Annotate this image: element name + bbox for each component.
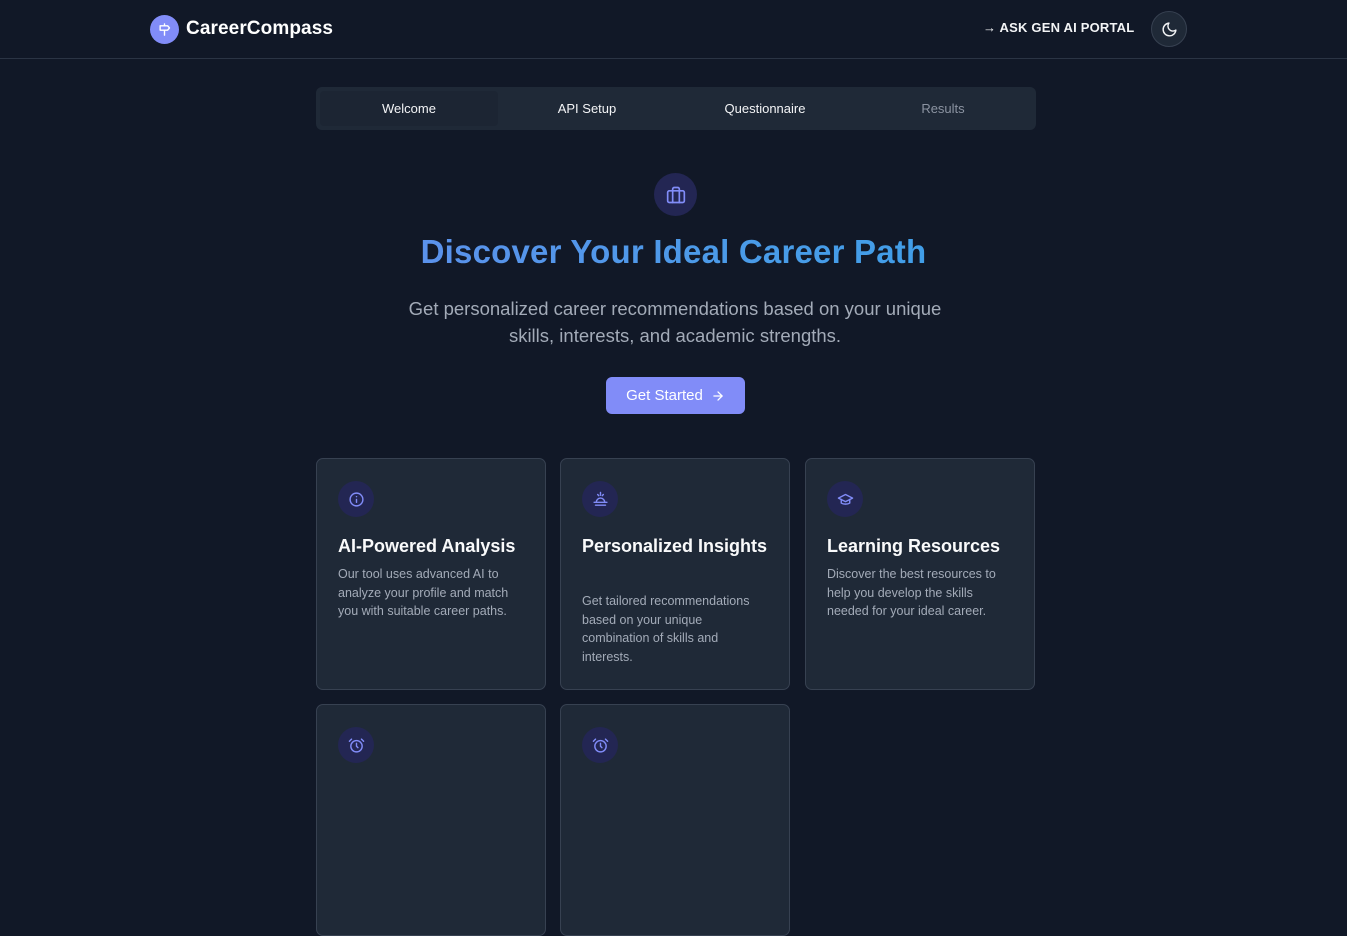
feature-title: Learning Resources	[827, 536, 1001, 556]
feature-card-learning-resources: Learning Resources Discover the best res…	[805, 458, 1035, 690]
feature-description: Get tailored recommendations based on yo…	[582, 594, 750, 664]
get-started-button[interactable]: Get Started	[606, 377, 745, 414]
feature-description: Discover the best resources to help you …	[827, 567, 996, 618]
top-navbar: CareerCompass → ASK GEN AI PORTAL	[0, 0, 1347, 59]
feature-title: Personalized Insights	[582, 536, 768, 556]
info-icon	[338, 481, 374, 517]
arrow-right-icon	[713, 390, 723, 401]
brand-name: CareerCompass	[186, 18, 334, 39]
ask-gen-ai-portal-link[interactable]: → ASK GEN AI PORTAL	[983, 20, 1134, 35]
feature-card-4	[316, 704, 546, 936]
feature-card-5	[560, 704, 790, 936]
moon-icon	[1162, 21, 1177, 36]
alarm-clock-icon	[338, 727, 374, 763]
get-started-label: Get Started	[626, 387, 703, 404]
signpost-icon	[150, 14, 179, 44]
tab-welcome[interactable]: Welcome	[320, 91, 498, 126]
alarm-clock-icon	[582, 727, 618, 763]
page-title: Discover Your Ideal Career Path	[0, 233, 1347, 271]
hero-subtitle: Get personalized career recommendations …	[408, 298, 942, 346]
feature-description: Our tool uses advanced AI to analyze you…	[338, 567, 509, 618]
feature-title: AI-Powered Analysis	[338, 536, 516, 556]
graduation-cap-icon	[827, 481, 863, 517]
feature-card-personalized-insights: Personalized Insights Get tailored recom…	[560, 458, 790, 690]
theme-toggle-button[interactable]	[1151, 11, 1187, 47]
tab-results[interactable]: Results	[854, 91, 1032, 126]
tab-api-setup[interactable]: API Setup	[498, 91, 676, 126]
brand-logo-link[interactable]: CareerCompass	[150, 14, 333, 44]
feature-card-ai-analysis: AI-Powered Analysis Our tool uses advanc…	[316, 458, 546, 690]
briefcase-icon	[654, 173, 697, 216]
sunrise-icon	[582, 481, 618, 517]
tab-questionnaire[interactable]: Questionnaire	[676, 91, 854, 126]
step-tabs: Welcome API Setup Questionnaire Results	[316, 87, 1036, 130]
